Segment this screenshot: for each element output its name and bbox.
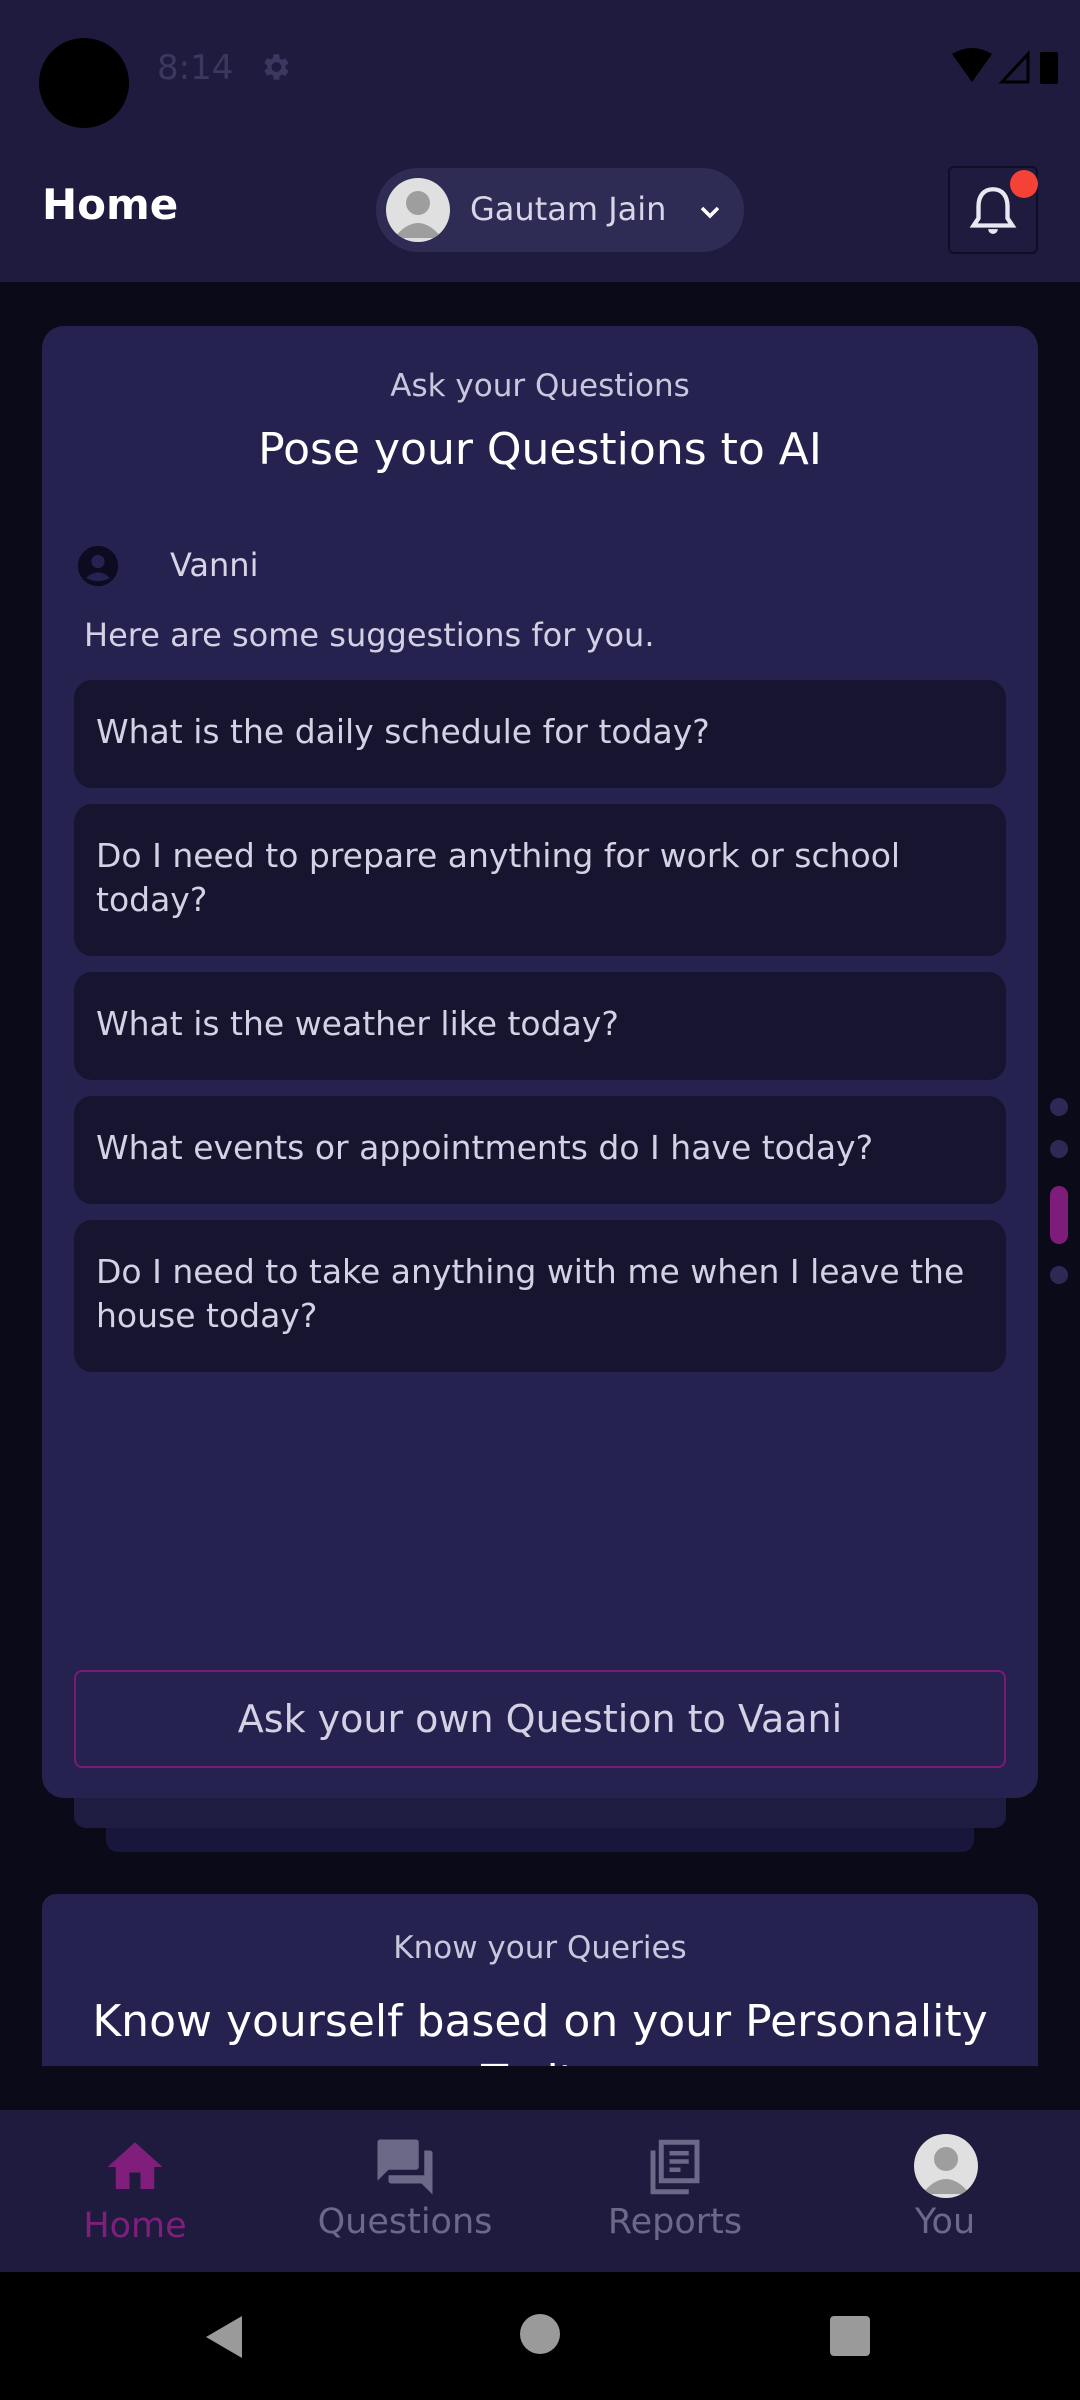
avatar — [914, 2134, 978, 2198]
avatar — [386, 178, 450, 242]
suggestions-hint: Here are some suggestions for you. — [84, 616, 655, 654]
battery-icon — [1040, 52, 1058, 84]
suggestion-item[interactable]: Do I need to prepare anything for work o… — [74, 804, 1006, 956]
card-title: Pose your Questions to AI — [258, 424, 822, 475]
notification-badge — [1010, 170, 1038, 198]
profile-name: Gautam Jain — [470, 190, 667, 228]
know-queries-card: Know your Queries Know yourself based on… — [42, 1894, 1038, 2066]
app-header: Home Gautam Jain — [0, 140, 1080, 282]
chevron-down-icon — [700, 206, 720, 219]
suggestion-item[interactable]: What events or appointments do I have to… — [74, 1096, 1006, 1204]
ask-questions-card: Ask your Questions Pose your Questions t… — [42, 326, 1038, 1798]
system-navigation-bar — [0, 2272, 1080, 2400]
page-dot[interactable] — [1050, 1098, 1068, 1116]
recents-button[interactable] — [830, 2316, 870, 2356]
suggestion-item[interactable]: What is the daily schedule for today? — [74, 680, 1006, 788]
account-circle-icon — [77, 545, 119, 587]
assistant-name: Vanni — [170, 546, 259, 584]
card-subtitle: Know your Queries — [393, 1930, 687, 1966]
nav-label: Reports — [607, 2202, 743, 2242]
gear-icon — [264, 54, 289, 80]
system-status-icons — [952, 48, 1058, 84]
page-dot[interactable] — [1050, 1266, 1068, 1284]
profile-switcher[interactable]: Gautam Jain — [376, 168, 744, 252]
page-dot-active[interactable] — [1050, 1186, 1068, 1244]
nav-questions[interactable]: Questions — [270, 2110, 540, 2272]
wifi-icon — [952, 48, 992, 82]
status-bar: 8:14 — [0, 0, 1080, 140]
ask-own-question-button[interactable]: Ask your own Question to Vaani — [74, 1670, 1006, 1768]
nav-label: Home — [83, 2206, 187, 2246]
page-indicator — [1046, 1098, 1070, 1298]
nav-reports[interactable]: Reports — [540, 2110, 810, 2272]
bottom-navigation: Home Questions Reports You — [0, 2110, 1080, 2272]
nav-label: Questions — [317, 2202, 493, 2242]
back-icon[interactable] — [204, 2314, 244, 2360]
reports-icon — [650, 2139, 700, 2195]
page-title: Home — [42, 180, 179, 229]
chat-icon — [377, 2139, 433, 2195]
suggestion-item[interactable]: Do I need to take anything with me when … — [74, 1220, 1006, 1372]
notifications-button[interactable] — [948, 166, 1038, 254]
page-dot[interactable] — [1050, 1140, 1068, 1158]
nav-home[interactable]: Home — [0, 2110, 270, 2272]
home-icon — [107, 2142, 163, 2189]
nav-label: You — [914, 2202, 976, 2242]
signal-icon — [998, 50, 1030, 84]
nav-you[interactable]: You — [810, 2110, 1080, 2272]
status-time: 8:14 — [157, 48, 234, 88]
card-title: Know yourself based on your Personality … — [92, 1996, 988, 2066]
suggestion-item[interactable]: What is the weather like today? — [74, 972, 1006, 1080]
home-button[interactable] — [520, 2314, 560, 2354]
camera-cutout — [39, 38, 129, 128]
card-subtitle: Ask your Questions — [390, 368, 690, 404]
